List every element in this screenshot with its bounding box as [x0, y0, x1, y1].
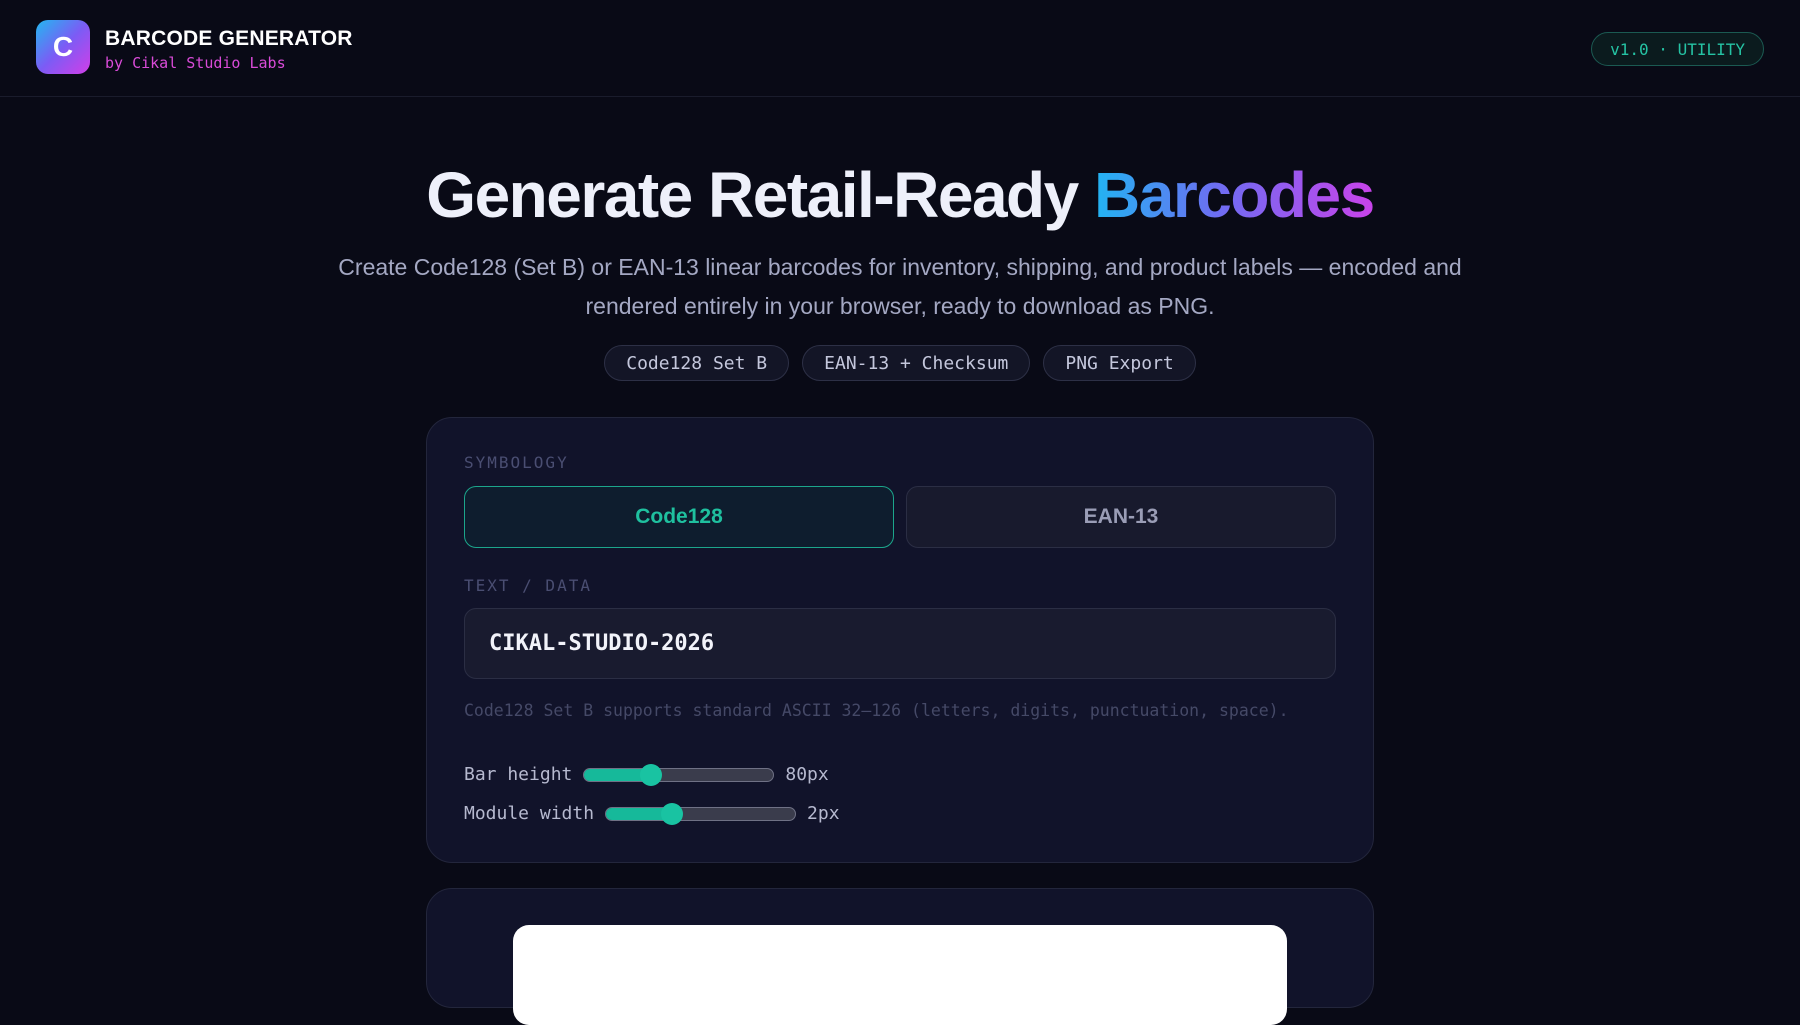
barcode-preview-canvas — [513, 925, 1287, 1025]
page-title-main: Generate Retail-Ready — [426, 159, 1095, 231]
module-width-slider[interactable] — [605, 802, 797, 825]
text-data-input[interactable]: CIKAL-STUDIO-2026 — [464, 608, 1336, 679]
symbology-code128-button[interactable]: Code128 — [464, 486, 894, 548]
app-title: BARCODE GENERATOR — [105, 27, 353, 50]
text-data-label: TEXT / DATA — [464, 576, 592, 595]
app-subtitle: by Cikal Studio Labs — [105, 54, 286, 72]
module-width-slider-thumb[interactable] — [661, 802, 684, 825]
symbology-ean13-button[interactable]: EAN-13 — [906, 486, 1336, 548]
bar-height-slider-thumb[interactable] — [639, 763, 662, 786]
page-title: Generate Retail-Ready Barcodes — [0, 158, 1800, 232]
bar-height-slider[interactable] — [583, 763, 775, 786]
preview-card — [426, 888, 1374, 1025]
top-bar: C BARCODE GENERATOR by Cikal Studio Labs… — [0, 0, 1800, 97]
page-description: Create Code128 (Set B) or EAN-13 linear … — [338, 254, 1462, 319]
page-title-highlight: Barcodes — [1094, 159, 1375, 231]
bar-height-control: Bar height 80px — [464, 763, 829, 786]
feature-chip-png: PNG Export — [1043, 345, 1196, 381]
settings-card: SYMBOLOGY Code128 EAN-13 TEXT / DATA CIK… — [426, 417, 1374, 863]
feature-chips: Code128 Set B EAN-13 + Checksum PNG Expo… — [0, 345, 1800, 381]
logo-letter: C — [52, 31, 74, 62]
input-hint: Code128 Set B supports standard ASCII 32… — [464, 701, 1289, 720]
feature-chip-ean13: EAN-13 + Checksum — [802, 345, 1031, 381]
symbology-label: SYMBOLOGY — [464, 453, 569, 472]
module-width-value: 2px — [807, 803, 840, 824]
bar-height-value: 80px — [785, 764, 829, 785]
module-width-label: Module width — [464, 803, 595, 824]
module-width-control: Module width 2px — [464, 802, 840, 825]
app-logo: C — [36, 20, 90, 74]
feature-chip-code128: Code128 Set B — [604, 345, 790, 381]
bar-height-label: Bar height — [464, 764, 573, 785]
version-badge: v1.0 · UTILITY — [1591, 32, 1764, 66]
